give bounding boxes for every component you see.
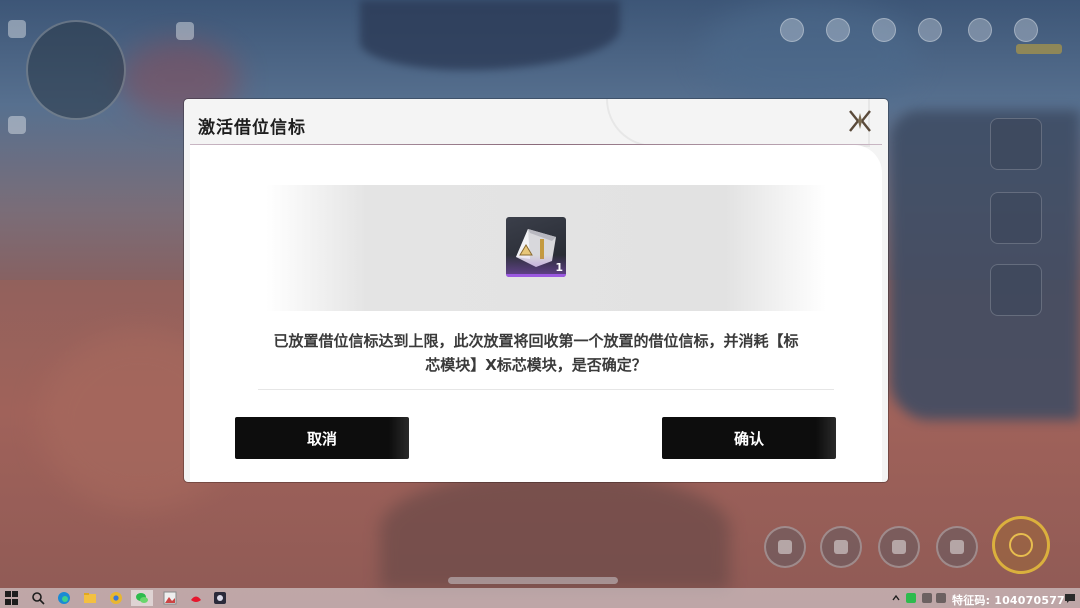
menu-icon[interactable] [8,20,26,38]
wechat-icon[interactable] [131,590,153,606]
button-decoration [389,417,409,459]
windows-start-icon[interactable] [4,590,18,606]
close-icon [849,110,871,132]
beacon-item-card[interactable]: 1 [506,217,566,277]
confirm-button[interactable]: 确认 [662,417,836,459]
search-icon[interactable] [30,590,46,606]
cliff-silhouette [380,470,730,590]
ultimate-icon [1009,533,1033,557]
message-line-2: 芯模块】X标芯模块，是否确定？ [425,356,647,374]
rarity-bar [506,274,566,277]
message-line-1: 已放置借位信标达到上限，此次放置将回收第一个放置的借位信标，并消耗【标 [273,332,799,350]
stamina-bar [448,577,618,584]
jump-button[interactable] [764,526,806,568]
edge-browser-icon[interactable] [56,590,72,606]
image-viewer-icon[interactable] [162,590,178,606]
close-button[interactable] [844,105,876,137]
dialog-title: 激活借位信标 [198,118,306,138]
cancel-button-label: 取消 [306,429,337,448]
sky-glow [700,0,920,110]
guide-icon[interactable] [872,18,896,42]
item-count: 1 [555,261,563,274]
skill-3-icon [950,540,964,554]
quest-icon[interactable] [8,116,26,134]
jump-icon [778,540,792,554]
message-divider [258,389,834,390]
confirm-button-label: 确认 [733,429,764,448]
event-icon[interactable] [780,18,804,42]
tray-network-icon[interactable] [922,593,932,603]
windows-taskbar: 特征码: 104070577 [0,588,1080,608]
tower-silhouette [890,110,1080,420]
minimap[interactable] [26,20,126,120]
game-icon[interactable] [212,590,228,606]
skill-1-button[interactable] [820,526,862,568]
party-member-2-avatar[interactable] [990,192,1042,244]
level-bar [1016,44,1062,54]
chat-icon[interactable] [176,22,194,40]
dialog-message: 已放置借位信标达到上限，此次放置将回收第一个放置的借位信标，并消耗【标 芯模块】… [234,329,838,377]
skill-1-icon [834,540,848,554]
button-decoration [816,417,836,459]
mail-icon[interactable] [826,18,850,42]
shop-icon[interactable] [918,18,942,42]
skill-3-button[interactable] [936,526,978,568]
tray-battery-icon[interactable] [936,593,946,603]
character-menu-icon[interactable] [1014,18,1038,42]
chrome-icon[interactable] [108,590,124,606]
tray-text: 特征码: 104070577 [952,594,1065,607]
tray-wechat-icon[interactable] [906,593,916,603]
ultimate-button[interactable] [992,516,1050,574]
activate-beacon-dialog: 激活借位信标 1 已放置借位信标达到上限，此次放置将回收第一个放置的借位信标，并… [184,99,888,482]
header-decoration [606,99,870,147]
skill-2-icon [892,540,906,554]
skill-2-button[interactable] [878,526,920,568]
gacha-icon[interactable] [968,18,992,42]
cancel-button[interactable]: 取消 [235,417,409,459]
file-explorer-icon[interactable] [82,590,98,606]
weibo-icon[interactable] [188,590,204,606]
notification-icon[interactable] [1062,590,1078,606]
tray-chevron-up-icon[interactable] [888,590,904,606]
party-member-1-avatar[interactable] [990,118,1042,170]
party-member-3-avatar[interactable] [990,264,1042,316]
